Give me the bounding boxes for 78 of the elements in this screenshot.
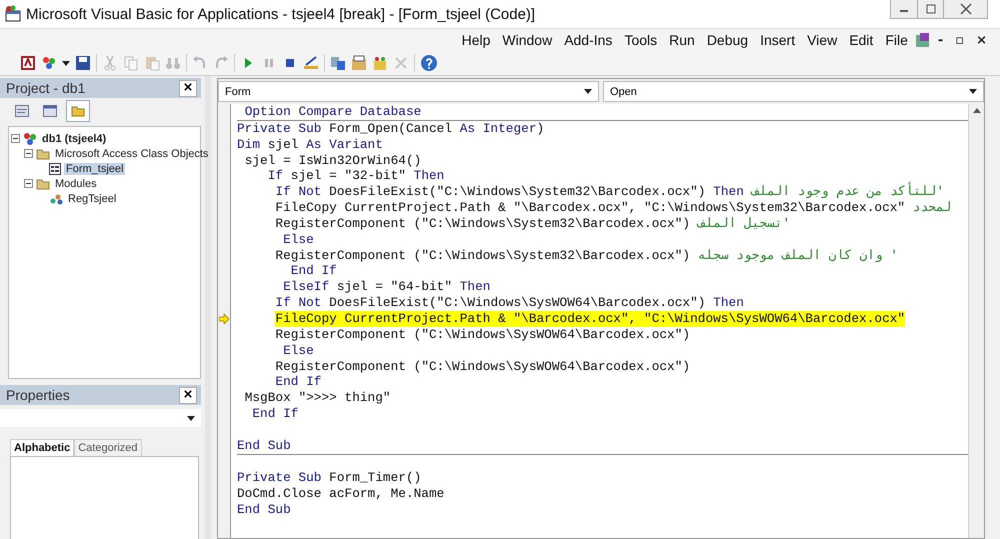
pane-title: Project - db1	[6, 80, 86, 96]
project-explorer-icon[interactable]	[330, 55, 346, 71]
procedure-dropdown[interactable]: Open	[603, 81, 984, 102]
folder-icon	[71, 105, 85, 117]
code-line: If Not DoesFileExist("C:\Windows\SysWOW64\Barcodex.ocx") Then	[275, 295, 744, 311]
project-icon	[23, 132, 37, 146]
pane-tool-button[interactable]	[66, 100, 90, 122]
dropdown-arrow-icon	[187, 416, 195, 420]
code-line: RegisterComponent ("C:\Windows\SysWOW64\Barcodex.ocx")	[275, 358, 690, 374]
code-line: If sjel = "32-bit" Then	[268, 168, 444, 184]
tree-item[interactable]: Microsoft Access Class Objects	[53, 148, 210, 160]
tab[interactable]: Alphabetic	[10, 439, 74, 456]
code-line: End Sub	[237, 438, 291, 454]
window-title: Microsoft Visual Basic for Applications - tsjeel4 [break] - [Form_tsjeel (Code)]	[26, 6, 536, 22]
code-line: DoCmd.Close acForm, Me.Name	[237, 486, 444, 502]
code-line: sjel = IsWin32OrWin64()	[244, 152, 422, 168]
help-icon[interactable]	[420, 54, 438, 72]
restore-button[interactable]	[917, 0, 943, 18]
pane-title: Properties	[6, 387, 70, 403]
code-line: Option Compare Database	[244, 104, 422, 120]
scroll-up-icon	[972, 107, 980, 113]
tree-item[interactable]: db1 (tsjeel4)	[40, 132, 108, 144]
code-line: End If	[252, 406, 298, 422]
menu-item[interactable]: Window	[497, 32, 558, 48]
code-line: Dim sjel As Variant	[237, 136, 383, 153]
menu-item[interactable]: Insert	[755, 32, 800, 48]
menu-item[interactable]: File	[880, 32, 913, 48]
menu-item[interactable]: Tools	[619, 32, 662, 48]
shapes-icon[interactable]	[41, 55, 57, 71]
code-line: Private Sub Form_Timer()	[237, 470, 422, 486]
restore-icon	[926, 4, 936, 14]
code-line: RegisterComponent ("C:\Windows\SysWOW64\Barcodex.ocx")	[275, 326, 690, 343]
app-icon	[4, 5, 22, 23]
design-mode-icon[interactable]	[303, 55, 319, 71]
access-icon[interactable]	[20, 55, 36, 71]
code-line: ElseIf sjel = "64-bit" Then	[283, 279, 490, 296]
menu-item[interactable]: Debug	[702, 32, 754, 48]
dropdown-arrow-icon	[584, 89, 592, 94]
object-dropdown[interactable]: Form	[218, 81, 599, 102]
close-icon	[960, 3, 972, 15]
view-object-icon	[43, 105, 57, 117]
collapse-icon[interactable]	[24, 149, 33, 158]
tree-item[interactable]: Form_tsjeel	[64, 162, 126, 174]
window-control[interactable]: -	[932, 32, 948, 48]
code-line: Else	[283, 342, 314, 358]
tree-item[interactable]: RegTsjeel	[66, 192, 118, 204]
form-icon	[49, 162, 61, 174]
code-line: Else	[283, 232, 314, 248]
menu-item[interactable]: Help	[456, 32, 496, 48]
minimize-button[interactable]	[891, 0, 917, 18]
menu-item[interactable]: Run	[664, 32, 700, 48]
properties-icon[interactable]	[351, 55, 367, 71]
window-control[interactable]: ▫	[950, 32, 970, 48]
close-button[interactable]	[943, 0, 987, 18]
tab[interactable]: Categorized	[74, 439, 142, 456]
close-button[interactable]: ×	[179, 80, 197, 96]
folder-icon	[36, 178, 50, 190]
object-browser-icon[interactable]	[372, 55, 388, 71]
view-code-icon	[15, 105, 29, 117]
code-line: End If	[275, 374, 322, 390]
close-button[interactable]: ×	[179, 386, 197, 404]
code-window-icon	[914, 32, 931, 48]
save-icon[interactable]	[75, 55, 91, 71]
scrollbar[interactable]	[968, 104, 984, 538]
folder-icon	[36, 148, 50, 160]
window-control[interactable]: ×	[971, 32, 992, 48]
module-icon	[49, 192, 63, 204]
code-line: End If	[290, 263, 337, 280]
menu-item[interactable]: Edit	[844, 32, 878, 48]
collapse-icon[interactable]	[24, 179, 33, 188]
dropdown-arrow-icon	[969, 89, 977, 94]
tree-item[interactable]: Modules	[53, 178, 99, 190]
code-line: Private Sub Form_Open(Cancel As Integer)	[237, 120, 544, 137]
menu-item[interactable]: Add-Ins	[559, 32, 618, 48]
code-line: End Sub	[237, 502, 291, 518]
menu-item[interactable]: View	[802, 32, 842, 48]
collapse-icon[interactable]	[11, 134, 20, 143]
code-line: MsgBox ">>>> thing"	[244, 390, 391, 406]
